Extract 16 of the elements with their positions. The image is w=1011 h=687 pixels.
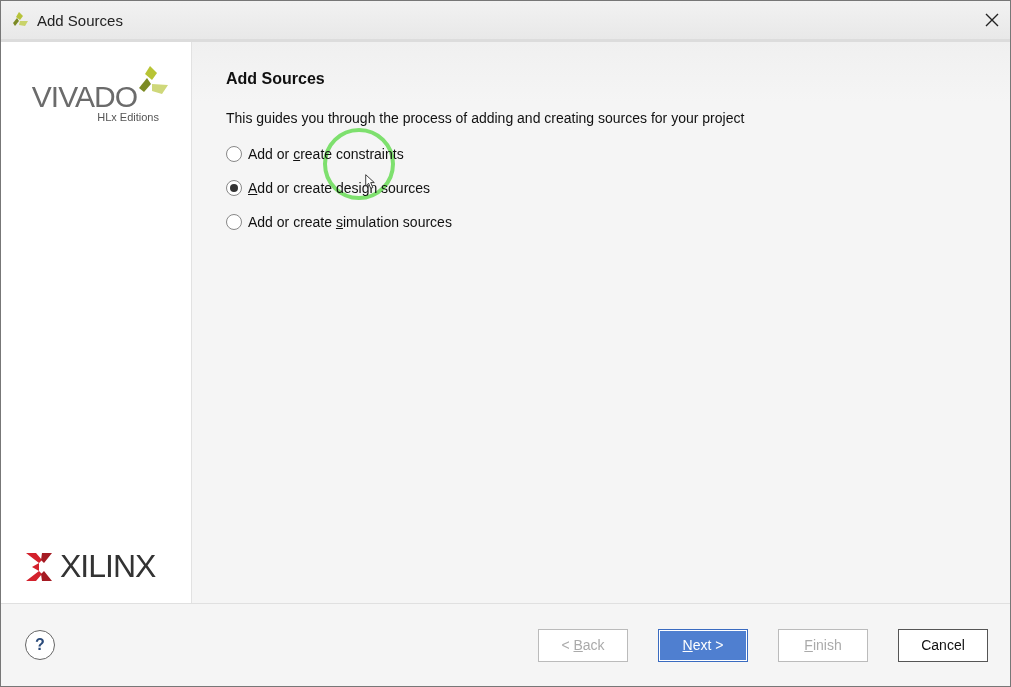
xilinx-logo-text: XILINX [60, 548, 156, 585]
page-heading: Add Sources [226, 70, 326, 88]
description-text: This guides you through the process of adding and creating sources for your project [226, 110, 746, 126]
cancel-button[interactable]: Cancel [898, 628, 988, 662]
window-title: Add Sources [37, 11, 124, 29]
xilinx-logo-icon [26, 552, 52, 581]
option-label[interactable]: Add or create simulation sources [248, 214, 452, 230]
radio-button[interactable] [226, 180, 242, 196]
next-button[interactable]: Next > [658, 628, 748, 662]
app-logo-icon [11, 11, 29, 29]
radio-button[interactable] [226, 214, 242, 230]
help-button[interactable]: ? [25, 630, 55, 660]
vivado-logo-text: VIVADO [31, 80, 137, 113]
close-icon [985, 13, 999, 27]
edition-text: HLx Editions [97, 111, 159, 123]
radio-button[interactable] [226, 146, 242, 162]
